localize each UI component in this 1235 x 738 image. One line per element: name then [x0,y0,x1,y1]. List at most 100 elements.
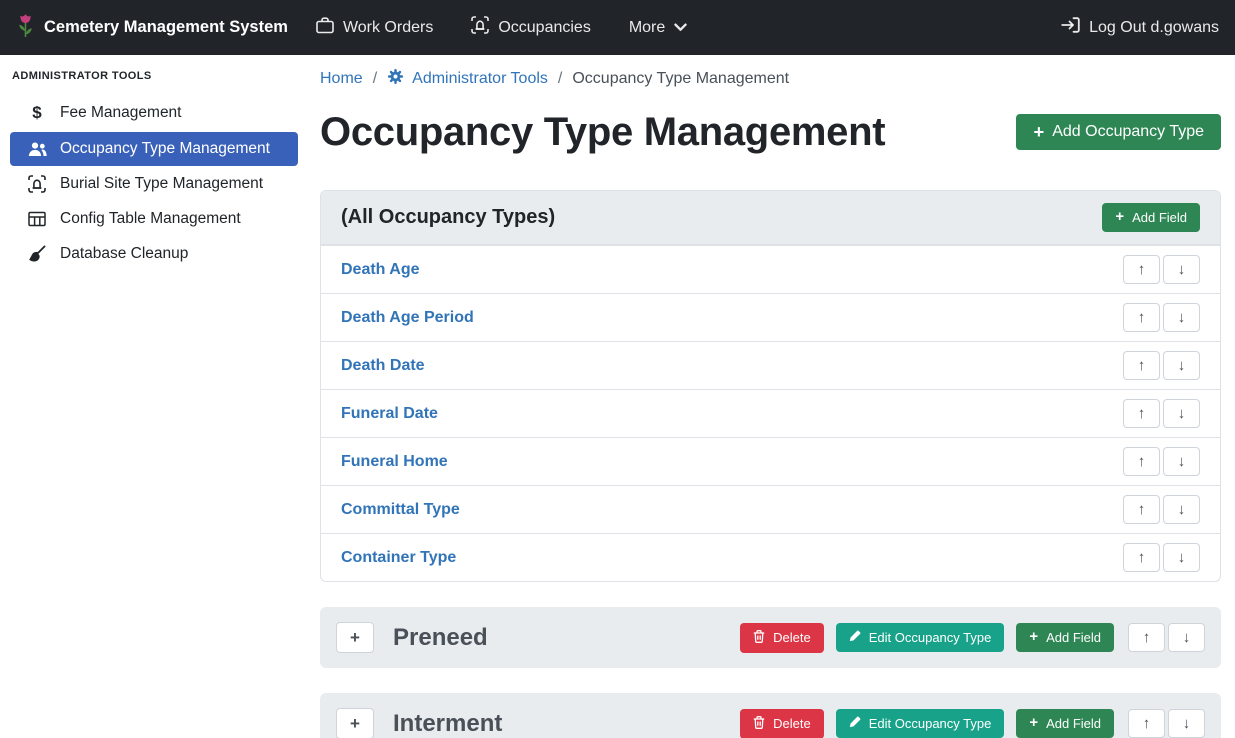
field-link[interactable]: Funeral Date [341,405,438,423]
flower-logo-icon [16,12,35,44]
sidebar-item-occupancy-type-management[interactable]: Occupancy Type Management [10,132,298,166]
edit-occupancy-type-button[interactable]: Edit Occupancy Type [836,709,1005,738]
tombstone-frame-icon [27,175,47,193]
move-down-button[interactable]: ↓ [1163,303,1200,332]
arrow-up-icon: ↑ [1138,262,1146,277]
reorder-controls: ↑ ↓ [1123,495,1200,524]
arrow-down-icon: ↓ [1178,502,1186,517]
occupancy-type-section-interment: + Interment Delete Edi [320,693,1221,738]
move-down-button[interactable]: ↓ [1163,543,1200,572]
nav-occupancies-label: Occupancies [498,19,591,37]
sidebar-item-label: Config Table Management [60,210,241,228]
sidebar-item-burial-site-type-management[interactable]: Burial Site Type Management [10,167,298,201]
move-up-button[interactable]: ↑ [1123,495,1160,524]
all-occupancy-types-header: (All Occupancy Types) + Add Field [321,191,1220,245]
breadcrumb-separator: / [373,70,377,88]
field-link[interactable]: Committal Type [341,501,460,519]
edit-occupancy-type-button[interactable]: Edit Occupancy Type [836,623,1005,652]
table-icon [27,211,47,227]
add-field-button[interactable]: + Add Field [1102,203,1200,232]
move-up-button[interactable]: ↑ [1123,255,1160,284]
arrow-down-icon: ↓ [1178,358,1186,373]
sidebar-item-label: Fee Management [60,104,182,122]
arrow-down-icon: ↓ [1183,630,1191,645]
move-up-button[interactable]: ↑ [1123,351,1160,380]
tombstone-frame-icon [471,16,489,39]
breadcrumb-home-link[interactable]: Home [320,70,363,88]
sidebar: ADMINISTRATOR TOOLS $ Fee Management Occ… [0,55,310,738]
delete-button[interactable]: Delete [740,623,824,653]
expand-section-button[interactable]: + [336,708,374,738]
field-row: Funeral Date ↑ ↓ [321,389,1220,437]
move-down-button[interactable]: ↓ [1168,623,1205,652]
app-title: Cemetery Management System [44,18,288,37]
nav-work-orders[interactable]: Work Orders [316,17,433,39]
reorder-controls: ↑ ↓ [1123,399,1200,428]
move-down-button[interactable]: ↓ [1163,495,1200,524]
move-up-button[interactable]: ↑ [1128,623,1165,652]
main-nav: Work Orders Occupancies More [316,16,687,39]
section-title: Interment [393,710,502,738]
field-link[interactable]: Death Age Period [341,309,474,327]
delete-button[interactable]: Delete [740,709,824,738]
sidebar-item-database-cleanup[interactable]: Database Cleanup [10,237,298,271]
sidebar-item-config-table-management[interactable]: Config Table Management [10,202,298,236]
breadcrumb: Home / Administrator Tools / Occupancy T… [320,68,1221,90]
arrow-up-icon: ↑ [1143,630,1151,645]
arrow-up-icon: ↑ [1143,716,1151,731]
field-row: Container Type ↑ ↓ [321,533,1220,581]
logout-link[interactable]: Log Out d.gowans [1061,17,1219,38]
arrow-up-icon: ↑ [1138,406,1146,421]
move-down-button[interactable]: ↓ [1163,447,1200,476]
move-up-button[interactable]: ↑ [1123,447,1160,476]
add-occupancy-type-button[interactable]: + Add Occupancy Type [1016,114,1221,150]
move-up-button[interactable]: ↑ [1123,543,1160,572]
pencil-icon [849,716,861,731]
section-title: Preneed [393,624,488,652]
reorder-controls: ↑ ↓ [1123,303,1200,332]
field-link[interactable]: Funeral Home [341,453,448,471]
move-down-button[interactable]: ↓ [1168,709,1205,738]
sidebar-item-fee-management[interactable]: $ Fee Management [10,95,298,131]
occupancy-type-section-preneed: + Preneed Delete Edit [320,607,1221,668]
arrow-up-icon: ↑ [1138,550,1146,565]
move-down-button[interactable]: ↓ [1163,351,1200,380]
reorder-controls: ↑ ↓ [1123,255,1200,284]
field-row: Death Date ↑ ↓ [321,341,1220,389]
breadcrumb-separator: / [558,70,562,88]
reorder-controls: ↑ ↓ [1123,447,1200,476]
dollar-icon: $ [27,103,47,123]
move-down-button[interactable]: ↓ [1163,255,1200,284]
arrow-down-icon: ↓ [1178,262,1186,277]
briefcase-icon [316,17,334,39]
reorder-controls: ↑ ↓ [1128,623,1205,652]
plus-icon: + [1029,716,1038,731]
move-up-button[interactable]: ↑ [1123,399,1160,428]
sidebar-heading: ADMINISTRATOR TOOLS [0,60,310,94]
field-row: Committal Type ↑ ↓ [321,485,1220,533]
field-link[interactable]: Container Type [341,549,456,567]
sidebar-item-label: Database Cleanup [60,245,188,263]
move-up-button[interactable]: ↑ [1128,709,1165,738]
move-down-button[interactable]: ↓ [1163,399,1200,428]
add-field-button[interactable]: + Add Field [1016,709,1114,738]
plus-icon: + [1029,630,1038,645]
nav-occupancies[interactable]: Occupancies [471,16,591,39]
logout-label: Log Out d.gowans [1089,19,1219,37]
field-link[interactable]: Death Age [341,261,420,279]
chevron-down-icon [674,19,687,37]
breadcrumb-admin-tools-link[interactable]: Administrator Tools [387,68,548,90]
expand-section-button[interactable]: + [336,622,374,653]
move-up-button[interactable]: ↑ [1123,303,1160,332]
nav-more-label: More [629,19,665,37]
arrow-down-icon: ↓ [1178,454,1186,469]
add-field-button[interactable]: + Add Field [1016,623,1114,652]
app-brand[interactable]: Cemetery Management System [16,12,288,44]
field-link[interactable]: Death Date [341,357,425,375]
users-icon [27,141,47,157]
arrow-down-icon: ↓ [1178,550,1186,565]
arrow-up-icon: ↑ [1138,502,1146,517]
arrow-up-icon: ↑ [1138,310,1146,325]
pencil-icon [849,630,861,645]
nav-more[interactable]: More [629,19,687,37]
